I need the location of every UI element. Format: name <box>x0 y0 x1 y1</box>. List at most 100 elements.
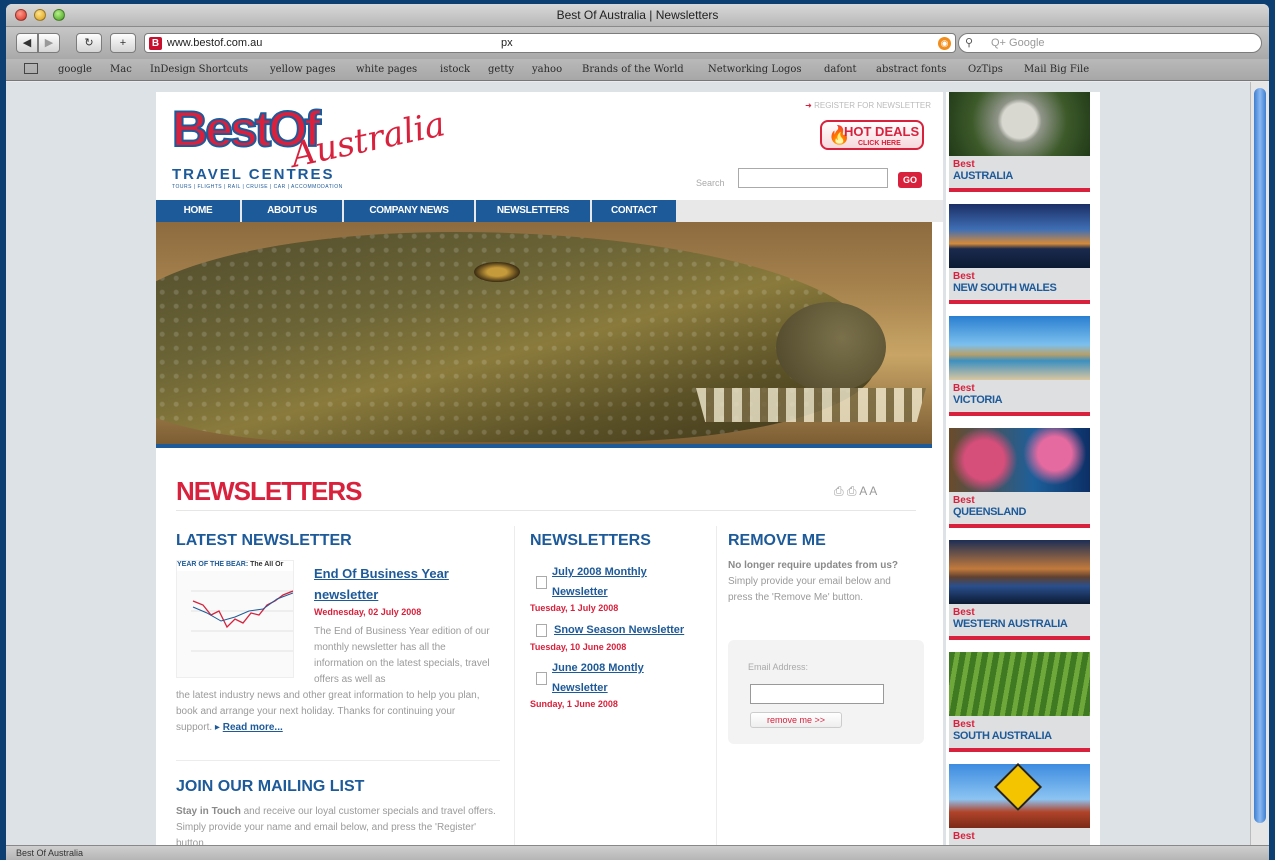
state-promos: Best AUSTRALIA Best NEW SOUTH WALES Best… <box>946 92 1100 845</box>
page-tools-icons[interactable]: ⎙ ⎙ A A <box>834 484 877 499</box>
remove-me-button[interactable]: remove me >> <box>750 712 842 728</box>
status-text: Best Of Australia <box>16 848 84 858</box>
promo-victoria[interactable]: Best VICTORIA <box>949 316 1090 416</box>
register-newsletter-link[interactable]: ➜ REGISTER FOR NEWSLETTER <box>805 101 931 110</box>
hot-deals-button[interactable]: 🔥 HOT DEALS CLICK HERE <box>820 120 924 150</box>
column-divider <box>716 526 717 845</box>
newsletter-date: Tuesday, 10 June 2008 <box>530 642 627 652</box>
read-more-link[interactable]: Read more... <box>223 722 283 733</box>
bookmark-item[interactable]: Brands of the World <box>582 64 684 75</box>
site-page: BestOf Australia TRAVEL CENTRES TOURS | … <box>156 92 943 845</box>
bookmarks-book-icon[interactable] <box>24 63 38 74</box>
bookmark-item[interactable]: Networking Logos <box>708 64 802 75</box>
bookmark-item[interactable]: Mac <box>110 64 132 75</box>
promo-name: VICTORIA <box>953 394 1003 406</box>
latest-newsletter-title: LATEST NEWSLETTER <box>176 532 352 549</box>
search-go-button[interactable]: GO <box>898 172 922 188</box>
bookmark-item[interactable]: Mail Big File <box>1024 64 1089 75</box>
site-logo[interactable]: BestOf Australia TRAVEL CENTRES TOURS | … <box>170 100 449 196</box>
latest-newsletter-link[interactable]: End Of Business Year <box>314 566 449 581</box>
bookmark-item[interactable]: dafont <box>824 64 857 75</box>
email-field[interactable] <box>750 684 884 704</box>
forward-button[interactable]: ▶ <box>38 33 60 53</box>
latest-newsletter-summary-cont: the latest industry news and other great… <box>176 690 480 733</box>
google-search-field[interactable]: ⚲ Q+ Google <box>958 33 1262 53</box>
back-button[interactable]: ◀ <box>16 33 38 53</box>
nav-home[interactable]: HOME <box>156 200 240 222</box>
promo-south-australia[interactable]: Best SOUTH AUSTRALIA <box>949 652 1090 752</box>
vertical-scrollbar[interactable] <box>1250 82 1269 845</box>
latest-newsletter-date: Wednesday, 02 July 2008 <box>314 607 422 617</box>
nav-company-news[interactable]: COMPANY NEWS <box>344 200 474 222</box>
bookmark-item[interactable]: InDesign Shortcuts <box>150 64 248 75</box>
promo-new-south-wales[interactable]: Best NEW SOUTH WALES <box>949 204 1090 304</box>
document-icon <box>536 624 547 637</box>
rss-icon[interactable]: ◉ <box>938 37 951 50</box>
address-bar[interactable]: B www.bestof.com.au px ◉ <box>144 33 956 53</box>
newsletter-thumbnail[interactable]: YEAR OF THE BEAR: The All Or <box>176 560 294 678</box>
site-search-input[interactable] <box>738 168 888 188</box>
promo-best-label: Best <box>953 831 975 842</box>
add-bookmark-button[interactable]: + <box>110 33 136 53</box>
promo-name: QUEENSLAND <box>953 506 1027 518</box>
logo-subtitle: TRAVEL CENTRES <box>172 166 335 183</box>
bookmark-item[interactable]: yellow pages <box>270 64 336 75</box>
scrollbar-thumb[interactable] <box>1254 88 1266 823</box>
window-title: Best Of Australia | Newsletters <box>556 8 719 22</box>
kangaroo-sign-image <box>949 762 1090 828</box>
koala-image <box>949 92 1090 156</box>
remove-me-form: Email Address: remove me >> <box>728 640 924 744</box>
arrow-icon: ➜ <box>805 101 815 110</box>
browser-window: Best Of Australia | Newsletters ◀ ▶ ↻ + … <box>6 4 1269 860</box>
newsletter-link-line2[interactable]: Newsletter <box>552 586 608 598</box>
bookmark-item[interactable]: abstract fonts <box>876 64 946 75</box>
promo-queensland[interactable]: Best QUEENSLAND <box>949 428 1090 528</box>
bookmark-item[interactable]: istock <box>440 64 470 75</box>
promo-best-label: Best <box>953 383 975 394</box>
bookmark-item[interactable]: getty <box>488 64 514 75</box>
title-bar: Best Of Australia | Newsletters <box>6 4 1269 27</box>
promo-label-bar: Best VICTORIA <box>949 380 1090 416</box>
register-link-label: REGISTER FOR NEWSLETTER <box>814 101 931 110</box>
reload-button[interactable]: ↻ <box>76 33 102 53</box>
nav-contact[interactable]: CONTACT <box>592 200 676 222</box>
newsletter-link-line2[interactable]: Newsletter <box>552 682 608 694</box>
promo-best-label: Best <box>953 159 975 170</box>
newsletter-link[interactable]: Snow Season Newsletter <box>554 624 684 636</box>
latest-newsletter-link-line2[interactable]: newsletter <box>314 587 378 602</box>
main-nav: HOME ABOUT US COMPANY NEWS NEWSLETTERS C… <box>156 200 943 222</box>
promo-label-bar: Best <box>949 828 1090 845</box>
promo-australia[interactable]: Best AUSTRALIA <box>949 92 1090 192</box>
promo-name: SOUTH AUSTRALIA <box>953 730 1052 742</box>
bookmark-item[interactable]: white pages <box>356 64 417 75</box>
search-placeholder: Q+ Google <box>991 37 1045 49</box>
promo-name: NEW SOUTH WALES <box>953 282 1057 294</box>
nav-about-us[interactable]: ABOUT US <box>242 200 342 222</box>
bookmark-item[interactable]: yahoo <box>532 64 562 75</box>
bookmark-item[interactable]: OzTips <box>968 64 1003 75</box>
crocodile-eye <box>474 262 520 282</box>
newsletter-link[interactable]: July 2008 Monthly <box>552 566 647 578</box>
url-extra-text: px <box>501 37 513 49</box>
newsletter-link[interactable]: June 2008 Montly <box>552 662 644 674</box>
browser-toolbar: ◀ ▶ ↻ + B www.bestof.com.au px ◉ ⚲ Q+ Go… <box>6 27 1269 59</box>
mailing-list-text: Stay in Touch and receive our loyal cust… <box>176 806 496 845</box>
remove-me-text: No longer require updates from us? Simpl… <box>728 560 899 603</box>
document-icon <box>536 576 547 589</box>
nav-newsletters[interactable]: NEWSLETTERS <box>476 200 590 222</box>
hot-deals-sublabel: CLICK HERE <box>858 140 901 147</box>
vineyard-image <box>949 652 1090 716</box>
promo-western-australia[interactable]: Best WESTERN AUSTRALIA <box>949 540 1090 640</box>
crocodile-teeth <box>696 388 926 422</box>
logo-tagline: TOURS | FLIGHTS | RAIL | CRUISE | CAR | … <box>172 184 343 190</box>
bullet-icon: ▸ <box>214 722 220 733</box>
promo-label-bar: Best SOUTH AUSTRALIA <box>949 716 1090 752</box>
promo-northern-territory[interactable]: Best <box>949 762 1090 845</box>
promo-best-label: Best <box>953 607 975 618</box>
bookmark-item[interactable]: google <box>58 64 92 75</box>
perth-skyline-image <box>949 540 1090 604</box>
twelve-apostles-image <box>949 316 1090 380</box>
web-content: BestOf Australia TRAVEL CENTRES TOURS | … <box>6 82 1250 845</box>
hero-crocodile-image <box>156 222 932 448</box>
bookmarks-bar: google Mac InDesign Shortcuts yellow pag… <box>6 59 1269 81</box>
